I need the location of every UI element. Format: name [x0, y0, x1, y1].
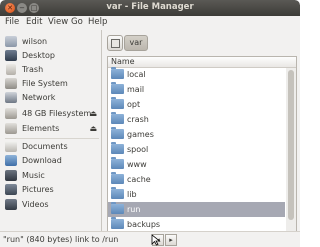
sidebar-item-label: wilson — [22, 37, 48, 46]
file-name: run — [127, 205, 141, 214]
toggle-location-button[interactable] — [107, 35, 123, 51]
filesystem-icon — [5, 78, 17, 89]
music-folder-icon — [5, 170, 17, 181]
file-name: local — [127, 70, 146, 79]
sidebar-item-label: Desktop — [22, 51, 55, 60]
file-row-backups[interactable]: backups — [108, 217, 285, 232]
eject-icon[interactable]: ⏏ — [89, 124, 97, 133]
folder-icon — [111, 157, 124, 169]
menu-go[interactable]: Go — [71, 17, 83, 27]
user-home-icon — [5, 36, 17, 47]
mouse-cursor-icon — [151, 234, 161, 246]
sidebar-item-desktop[interactable]: Desktop — [5, 49, 99, 63]
drive-icon — [5, 123, 17, 134]
sidebar-item-file-system[interactable]: File System — [5, 77, 99, 91]
file-row-local[interactable]: local — [108, 67, 285, 82]
folder-icon — [111, 187, 124, 199]
sidebar-item-wilson[interactable]: wilson — [5, 35, 99, 49]
file-row-mail[interactable]: mail — [108, 82, 285, 97]
file-row-spool[interactable]: spool — [108, 142, 285, 157]
sidebar-item-pictures[interactable]: Pictures — [5, 183, 99, 197]
file-name: www — [127, 160, 147, 169]
sidebar-item-elements[interactable]: Elements ⏏ — [5, 122, 99, 136]
sidebar-item-48gb-filesystem[interactable]: 48 GB Filesystem ⏏ — [5, 107, 99, 121]
file-list[interactable]: Name local mail opt crash games spool www cache… — [107, 56, 297, 233]
network-icon — [5, 92, 17, 103]
file-name: spool — [127, 145, 149, 154]
sidebar-item-download[interactable]: Download — [5, 154, 99, 168]
documents-folder-icon — [5, 141, 17, 152]
pictures-folder-icon — [5, 184, 17, 195]
file-row-lib[interactable]: lib — [108, 187, 285, 202]
path-bar: var — [102, 30, 300, 55]
menu-edit[interactable]: Edit — [26, 17, 42, 27]
file-row-run[interactable]: run — [108, 202, 285, 217]
file-name: games — [127, 130, 154, 139]
menu-bar: File Edit View Go Help — [0, 16, 300, 30]
sidebar-item-label: Download — [22, 156, 62, 165]
sidebar-item-label: Network — [22, 93, 56, 102]
sidebar-places: wilson Desktop Trash File System Network… — [0, 30, 102, 231]
sidebar-item-music[interactable]: Music — [5, 169, 99, 183]
file-view-pane: var Name local mail opt crash games spool www c… — [102, 30, 300, 233]
sidebar-item-label: Documents — [22, 142, 68, 151]
maximize-window-button[interactable]: □ — [29, 3, 39, 13]
menu-help[interactable]: Help — [88, 17, 107, 27]
folder-icon — [111, 82, 124, 94]
trash-icon — [6, 64, 16, 75]
folder-icon — [111, 172, 124, 184]
file-row-crash[interactable]: crash — [108, 112, 285, 127]
sidebar-item-label: Pictures — [22, 185, 54, 194]
file-row-games[interactable]: games — [108, 127, 285, 142]
file-name: cache — [127, 175, 151, 184]
file-row-cache[interactable]: cache — [108, 172, 285, 187]
sidebar-item-label: File System — [22, 79, 68, 88]
sidebar-divider — [5, 138, 99, 139]
file-row-opt[interactable]: opt — [108, 97, 285, 112]
scrollbar-thumb[interactable] — [288, 70, 294, 220]
file-name: mail — [127, 85, 145, 94]
status-text: "run" (840 bytes) link to /run — [3, 235, 119, 244]
folder-icon — [111, 97, 124, 109]
sidebar-item-trash[interactable]: Trash — [5, 63, 99, 77]
window-title: var - File Manager — [106, 2, 194, 12]
folder-icon — [111, 112, 124, 124]
minimize-window-button[interactable]: − — [17, 3, 27, 13]
sidebar-item-label: Music — [22, 171, 45, 180]
sidebar-item-videos[interactable]: Videos — [5, 198, 99, 212]
folder-icon — [111, 127, 124, 139]
file-manager-window: ✕ − □ var - File Manager File Edit View … — [0, 0, 300, 247]
scroll-right-arrow-icon[interactable]: ▸ — [165, 234, 177, 246]
folder-icon — [111, 67, 124, 79]
menu-file[interactable]: File — [5, 17, 19, 27]
desktop-icon — [5, 50, 17, 61]
sidebar-item-network[interactable]: Network — [5, 91, 99, 105]
folder-icon — [111, 217, 124, 229]
path-segment-var[interactable]: var — [124, 35, 148, 51]
column-header-label: Name — [111, 57, 135, 66]
file-name: crash — [127, 115, 149, 124]
folder-icon — [111, 142, 124, 154]
status-bar: "run" (840 bytes) link to /run ◂ ▸ — [0, 231, 300, 247]
sidebar-item-label: Videos — [22, 200, 49, 209]
title-bar[interactable]: ✕ − □ var - File Manager — [0, 0, 300, 16]
videos-folder-icon — [5, 199, 17, 210]
sidebar-item-documents[interactable]: Documents — [5, 140, 99, 154]
sidebar-item-label: 48 GB Filesystem — [22, 109, 92, 118]
sidebar-item-label: Elements — [22, 124, 60, 133]
close-window-button[interactable]: ✕ — [5, 3, 15, 13]
menu-view[interactable]: View — [48, 17, 68, 27]
drive-icon — [5, 108, 17, 119]
download-folder-icon — [5, 155, 17, 166]
file-row-www[interactable]: www — [108, 157, 285, 172]
eject-icon[interactable]: ⏏ — [89, 109, 97, 118]
file-name: lib — [127, 190, 137, 199]
folder-icon — [111, 202, 124, 214]
sidebar-item-label: Trash — [22, 65, 44, 74]
vertical-scrollbar[interactable] — [286, 68, 296, 232]
file-name: backups — [127, 220, 161, 229]
file-name: opt — [127, 100, 141, 109]
